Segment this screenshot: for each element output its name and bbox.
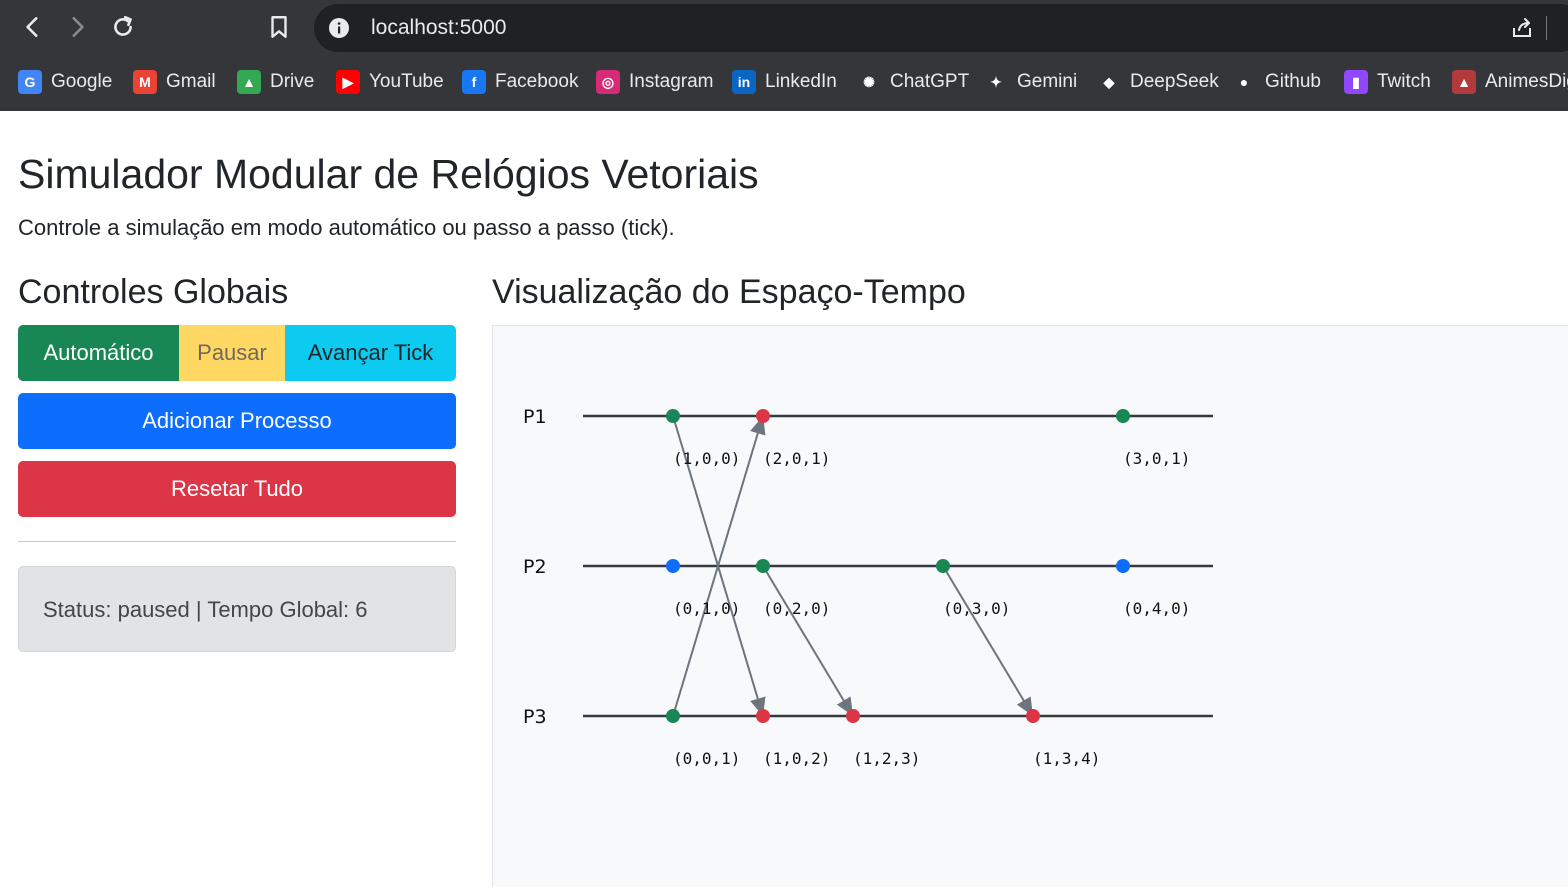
bookmark-label: Twitch bbox=[1377, 71, 1431, 92]
chatgpt-icon: ✺ bbox=[857, 70, 881, 94]
bookmark-label: Facebook bbox=[495, 71, 579, 92]
bookmark-instagram[interactable]: ◎ Instagram bbox=[596, 68, 713, 96]
event-local-dot bbox=[756, 559, 770, 573]
page-subtitle: Controle a simulação em modo automático … bbox=[18, 215, 675, 240]
bookmark-youtube[interactable]: ▶ YouTube bbox=[336, 68, 444, 96]
event-recv-dot bbox=[846, 709, 860, 723]
vector-clock-label: (1,0,0) bbox=[673, 449, 740, 468]
event-local-dot bbox=[666, 409, 680, 423]
page-title: Simulador Modular de Relógios Vetoriais bbox=[18, 151, 759, 197]
bookmark-label: YouTube bbox=[369, 71, 444, 92]
deepseek-icon: ◆ bbox=[1097, 70, 1121, 94]
address-bar[interactable]: localhost:5000 bbox=[314, 4, 1568, 52]
share-icon[interactable] bbox=[1510, 16, 1534, 40]
bookmark-label: DeepSeek bbox=[1130, 71, 1219, 92]
bookmark-label: Instagram bbox=[629, 71, 714, 92]
bookmark-gemini[interactable]: ✦ Gemini bbox=[984, 68, 1077, 96]
url-text[interactable]: localhost:5000 bbox=[371, 16, 506, 40]
facebook-icon: f bbox=[462, 70, 486, 94]
viz-heading: Visualização do Espaço-Tempo bbox=[492, 273, 966, 311]
linkedin-icon: in bbox=[732, 70, 756, 94]
vector-clock-label: (1,0,2) bbox=[763, 749, 830, 768]
vector-clock-label: (0,3,0) bbox=[943, 599, 1010, 618]
advance-tick-button[interactable]: Avançar Tick bbox=[285, 325, 456, 381]
bookmark-label: LinkedIn bbox=[765, 71, 837, 92]
spacetime-canvas: P1 P2 P3 (1,0,0) (2,0,1) (3,0,1) (0,1,0) (0,2,0… bbox=[492, 325, 1568, 887]
bookmark-linkedin[interactable]: in LinkedIn bbox=[732, 68, 837, 96]
page-content: Simulador Modular de Relógios Vetoriais … bbox=[0, 111, 1568, 887]
event-recv-dot bbox=[756, 409, 770, 423]
process-label: P1 bbox=[523, 406, 547, 428]
bookmark-label: AnimesDig bbox=[1485, 71, 1568, 92]
bookmark-drive[interactable]: ▲ Drive bbox=[237, 68, 314, 96]
vector-clock-label: (1,3,4) bbox=[1033, 749, 1100, 768]
vector-clock-label: (0,1,0) bbox=[673, 599, 740, 618]
bookmark-label: Github bbox=[1265, 71, 1321, 92]
automatic-button[interactable]: Automático bbox=[18, 325, 179, 381]
vector-clock-label: (0,2,0) bbox=[763, 599, 830, 618]
twitch-icon: ▮ bbox=[1344, 70, 1368, 94]
vector-clock-label: (0,0,1) bbox=[673, 749, 740, 768]
bookmark-twitch[interactable]: ▮ Twitch bbox=[1344, 68, 1431, 96]
bookmarks-bar: G Google M Gmail ▲ Drive ▶ YouTube f Facebook ◎ Ins… bbox=[0, 60, 1568, 104]
toolbar-divider bbox=[1546, 16, 1547, 40]
bookmark-label: Google bbox=[51, 71, 113, 92]
message-arrow bbox=[942, 565, 1034, 717]
event-recv-dot bbox=[756, 709, 770, 723]
bookmark-label: ChatGPT bbox=[890, 71, 970, 92]
bookmark-google[interactable]: G Google bbox=[18, 68, 112, 96]
reset-all-button[interactable]: Resetar Tudo bbox=[18, 461, 456, 517]
bookmark-label: Drive bbox=[270, 71, 315, 92]
vector-clock-label: (2,0,1) bbox=[763, 449, 830, 468]
event-send-dot bbox=[666, 559, 680, 573]
pause-button[interactable]: Pausar bbox=[179, 325, 285, 381]
process-label: P2 bbox=[523, 556, 547, 578]
vector-clock-label: (0,4,0) bbox=[1123, 599, 1190, 618]
drive-icon: ▲ bbox=[237, 70, 261, 94]
status-text: Status: paused | Tempo Global: 6 bbox=[43, 597, 368, 622]
google-icon: G bbox=[18, 70, 42, 94]
instagram-icon: ◎ bbox=[596, 70, 620, 94]
bookmark-deepseek[interactable]: ◆ DeepSeek bbox=[1097, 68, 1219, 96]
bookmark-facebook[interactable]: f Facebook bbox=[462, 68, 578, 96]
event-local-dot bbox=[666, 709, 680, 723]
youtube-icon: ▶ bbox=[336, 70, 360, 94]
vector-clock-label: (1,2,3) bbox=[853, 749, 920, 768]
site-info-icon[interactable] bbox=[328, 17, 350, 39]
bookmark-label: Gmail bbox=[166, 71, 216, 92]
process-label: P3 bbox=[523, 706, 547, 728]
message-arrow bbox=[762, 565, 854, 717]
controls-heading: Controles Globais bbox=[18, 273, 289, 311]
animesdigital-icon: ▲ bbox=[1452, 70, 1476, 94]
browser-chrome: localhost:5000 G Google M Gmail ▲ Drive ▶ YouTu… bbox=[0, 0, 1568, 111]
back-icon[interactable] bbox=[16, 10, 50, 44]
bookmark-animesdig[interactable]: ▲ AnimesDig bbox=[1452, 68, 1568, 96]
mode-button-group: Automático Pausar Avançar Tick bbox=[18, 325, 456, 381]
bookmark-label: Gemini bbox=[1017, 71, 1078, 92]
browser-toolbar: localhost:5000 bbox=[0, 0, 1568, 56]
gemini-icon: ✦ bbox=[984, 70, 1008, 94]
spacetime-diagram: P1 P2 P3 (1,0,0) (2,0,1) (3,0,1) (0,1,0) (0,2,0… bbox=[523, 406, 1213, 768]
event-local-dot bbox=[1116, 409, 1130, 423]
bookmark-chatgpt[interactable]: ✺ ChatGPT bbox=[857, 68, 969, 96]
event-send-dot bbox=[1116, 559, 1130, 573]
divider bbox=[18, 541, 456, 542]
status-panel: Status: paused | Tempo Global: 6 bbox=[18, 566, 456, 652]
bookmark-gmail[interactable]: M Gmail bbox=[133, 68, 216, 96]
bookmark-github[interactable]: ● Github bbox=[1232, 68, 1321, 96]
event-local-dot bbox=[936, 559, 950, 573]
gmail-icon: M bbox=[133, 70, 157, 94]
github-icon: ● bbox=[1232, 70, 1256, 94]
event-recv-dot bbox=[1026, 709, 1040, 723]
add-process-button[interactable]: Adicionar Processo bbox=[18, 393, 456, 449]
bookmark-icon[interactable] bbox=[262, 10, 296, 44]
forward-icon[interactable] bbox=[60, 10, 94, 44]
vector-clock-label: (3,0,1) bbox=[1123, 449, 1190, 468]
reload-icon[interactable] bbox=[106, 10, 140, 44]
